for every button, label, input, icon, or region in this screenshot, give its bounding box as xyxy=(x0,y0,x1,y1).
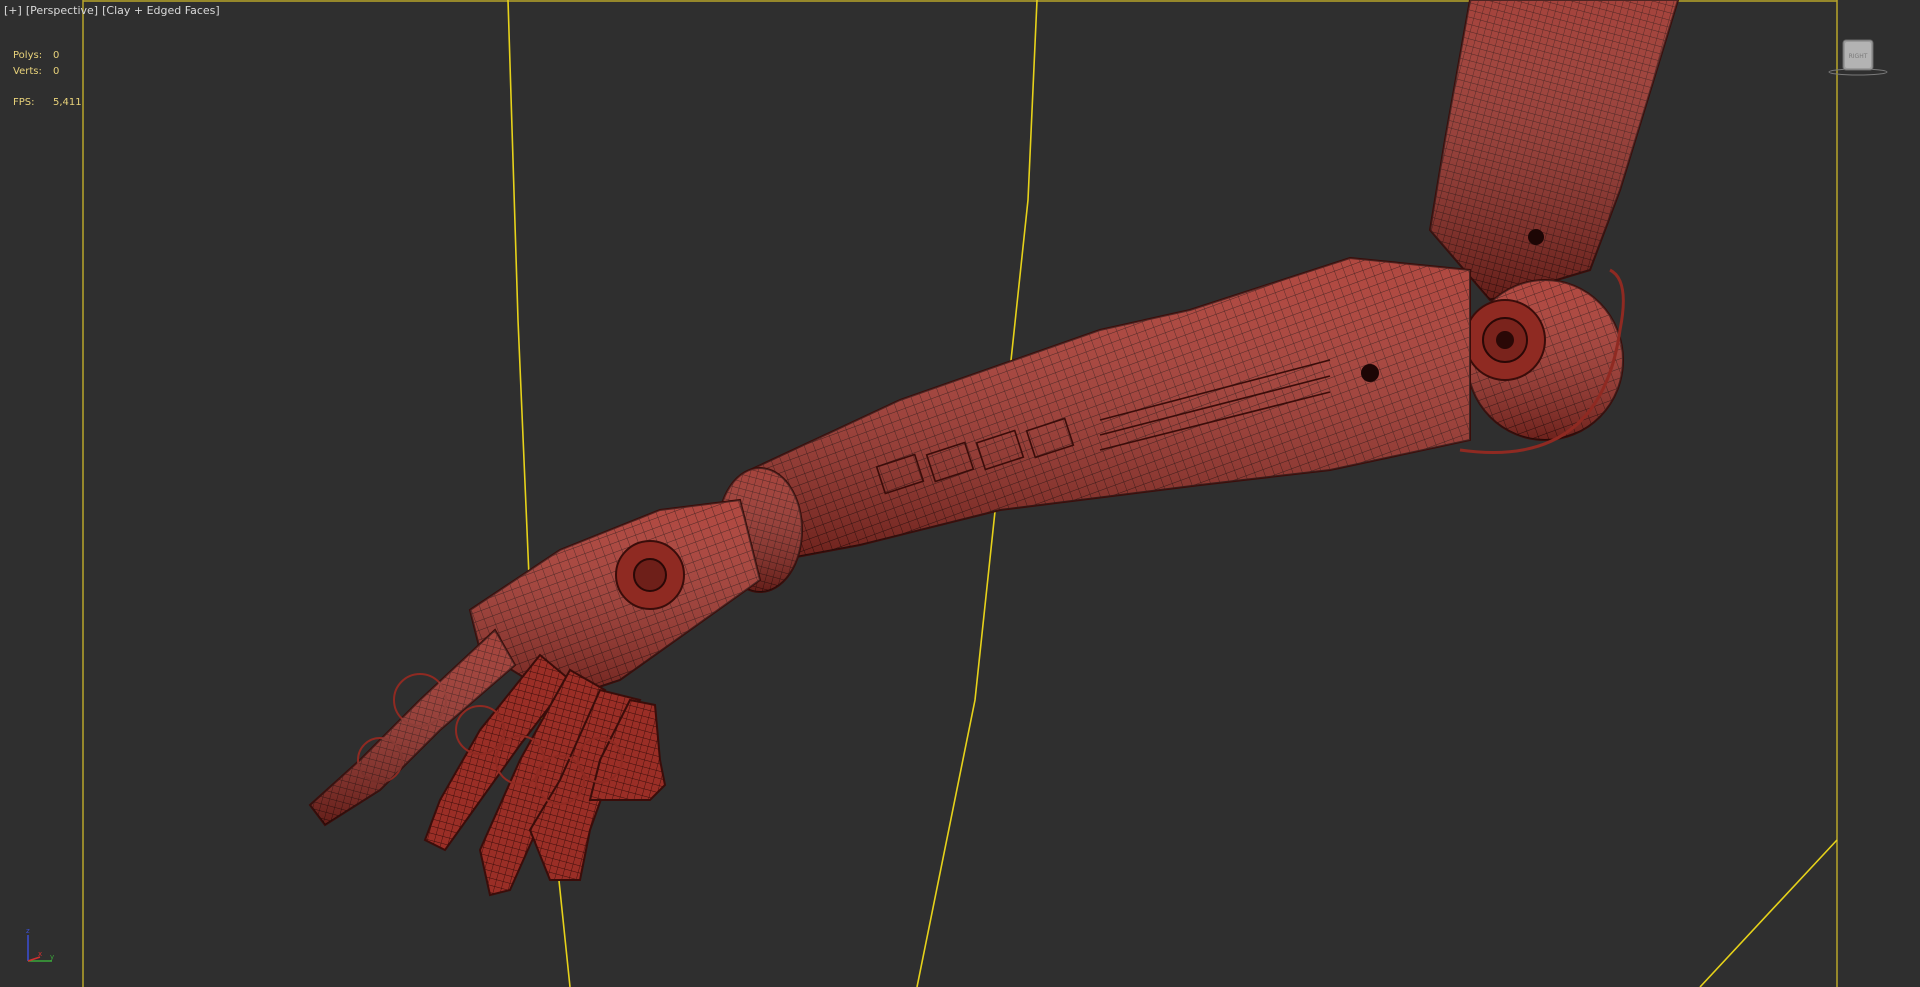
viewport-shading-menu[interactable]: [Clay + Edged Faces] xyxy=(102,4,220,17)
viewcube-face-label: RIGHT xyxy=(1849,53,1868,60)
hand-mesh xyxy=(468,498,762,702)
verts-label: Verts: xyxy=(13,66,42,77)
viewcube-icon[interactable]: RIGHT xyxy=(1828,36,1888,80)
axis-tripod-icon: z x y xyxy=(18,925,58,965)
viewport-scene[interactable] xyxy=(0,0,1920,987)
fps-label: FPS: xyxy=(13,97,35,108)
perspective-viewport[interactable]: [+] [Perspective] [Clay + Edged Faces] Pol… xyxy=(0,0,1920,987)
verts-value: 0 xyxy=(53,66,60,77)
viewport-general-menu[interactable]: [+] xyxy=(4,4,22,17)
fps-stat: FPS: 5,411 xyxy=(13,97,82,113)
grid-lines xyxy=(507,0,1838,987)
forearm-mesh xyxy=(738,256,1471,562)
viewport-statistics: Polys: 0 Verts: 0 FPS: 5,411 xyxy=(13,50,82,113)
upper-arm-mesh xyxy=(1428,0,1680,302)
axis-z-label: z xyxy=(26,927,30,935)
viewport-label-menu[interactable]: [+] [Perspective] [Clay + Edged Faces] xyxy=(4,4,224,17)
fps-value: 5,411 xyxy=(53,97,82,108)
elbow-joint-mesh xyxy=(1459,268,1625,454)
verts-stat: Verts: 0 xyxy=(13,66,82,82)
viewport-point-of-view-menu[interactable]: [Perspective] xyxy=(26,4,98,17)
polys-stat: Polys: 0 xyxy=(13,50,82,66)
polys-label: Polys: xyxy=(13,50,43,61)
axis-y-label: y xyxy=(50,953,54,961)
axis-x-label: x xyxy=(38,950,42,958)
polys-value: 0 xyxy=(53,50,60,61)
